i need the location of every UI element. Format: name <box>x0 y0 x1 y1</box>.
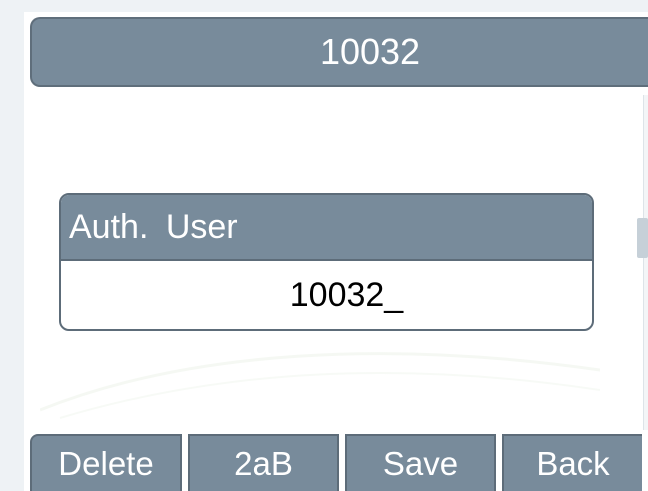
softkey-bar: Delete 2aB Save Back <box>30 434 648 491</box>
screen-left-edge <box>0 0 24 491</box>
auth-user-input[interactable]: 10032_ <box>61 261 592 329</box>
save-softkey[interactable]: Save <box>345 434 496 491</box>
back-softkey[interactable]: Back <box>502 434 642 491</box>
scrollbar-track[interactable] <box>643 95 648 430</box>
background-swoosh <box>40 352 600 419</box>
scrollbar-thumb[interactable] <box>637 218 648 258</box>
screen-top-edge <box>0 0 648 12</box>
delete-softkey[interactable]: Delete <box>30 434 182 491</box>
input-mode-softkey[interactable]: 2aB <box>188 434 339 491</box>
field-label: Auth. User <box>69 207 238 246</box>
auth-user-field[interactable]: Auth. User 10032_ <box>59 193 594 331</box>
page-title: 10032 <box>319 31 421 72</box>
title-bar: 10032 <box>30 17 648 87</box>
phone-screen: 10032 Auth. User 10032_ Delete 2aB Save … <box>0 0 648 491</box>
field-label-bar: Auth. User <box>61 195 592 261</box>
